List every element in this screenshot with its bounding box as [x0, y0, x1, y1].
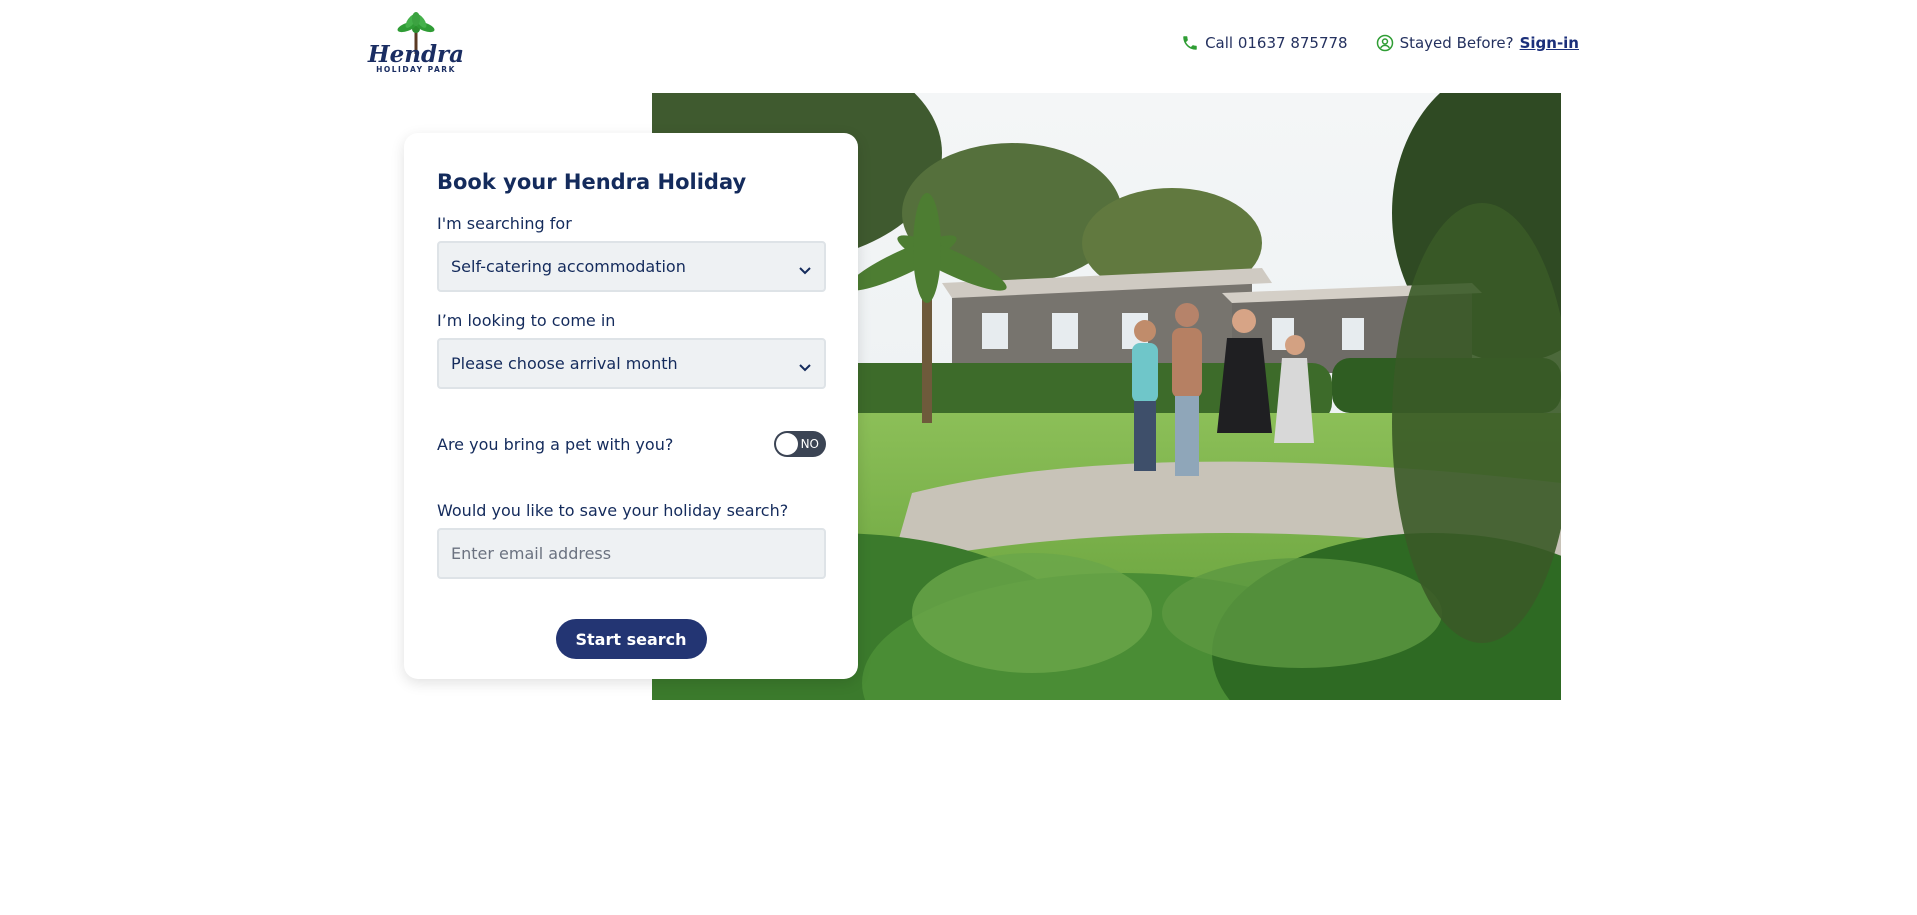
booking-title: Book your Hendra Holiday [437, 170, 747, 194]
chevron-down-icon [798, 358, 812, 377]
accommodation-select-value: Self-catering accommodation [451, 257, 686, 276]
pet-row: Are you bring a pet with you? NO [437, 431, 826, 457]
logo-subtext: HOLIDAY PARK [376, 65, 456, 74]
call-link[interactable]: Call 01637 875778 [1181, 34, 1348, 52]
phone-label: Call 01637 875778 [1205, 34, 1348, 52]
save-search-label: Would you like to save your holiday sear… [437, 501, 789, 520]
toggle-knob [776, 433, 798, 455]
searching-label: I'm searching for [437, 214, 572, 233]
pet-label: Are you bring a pet with you? [437, 434, 674, 454]
header-actions: Call 01637 875778 Stayed Before? Sign-in [1181, 34, 1579, 52]
booking-form: Book your Hendra Holiday I'm searching f… [404, 133, 858, 679]
toggle-text: NO [800, 437, 819, 451]
arrival-month-select[interactable]: Please choose arrival month [437, 338, 826, 389]
month-label: I’m looking to come in [437, 311, 616, 330]
logo-wordmark: Hendra [367, 41, 464, 68]
phone-icon [1181, 34, 1199, 52]
arrival-month-select-value: Please choose arrival month [451, 354, 678, 373]
stayed-before: Stayed Before? Sign-in [1376, 34, 1579, 52]
user-circle-icon [1376, 34, 1394, 52]
chevron-down-icon [798, 261, 812, 280]
start-search-button[interactable]: Start search [555, 619, 707, 659]
accommodation-select[interactable]: Self-catering accommodation [437, 241, 826, 292]
hendra-logo[interactable]: Hendra HOLIDAY PARK [350, 12, 482, 76]
signin-link[interactable]: Sign-in [1520, 34, 1579, 52]
stayed-before-label: Stayed Before? [1399, 34, 1514, 52]
pet-toggle[interactable]: NO [774, 431, 826, 457]
email-input[interactable] [437, 528, 826, 579]
